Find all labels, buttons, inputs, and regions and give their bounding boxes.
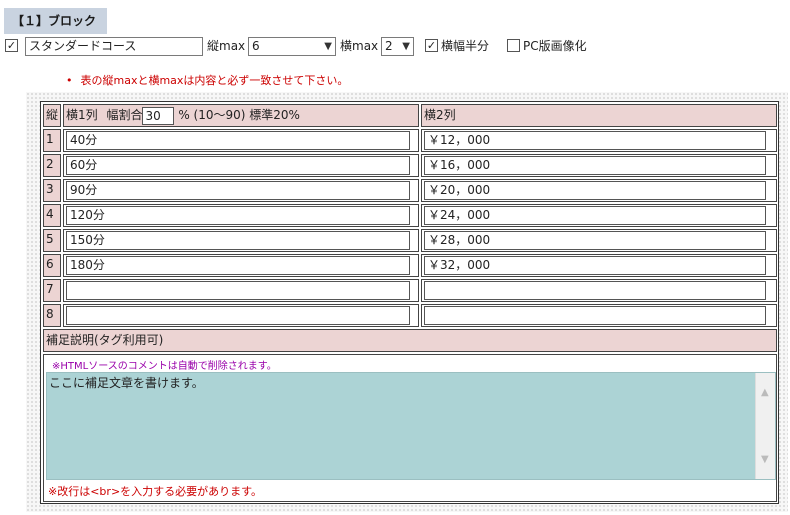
col2-cell: ￥24，000 (421, 204, 777, 227)
pc-image-checkbox[interactable] (507, 39, 520, 52)
col2-input[interactable]: ￥24，000 (424, 206, 766, 225)
course-name-input[interactable]: スタンダードコース (25, 37, 203, 56)
col2-input[interactable] (424, 281, 766, 300)
col1-cell (63, 279, 419, 302)
supplement-textarea[interactable]: ここに補足文章を書けます。 ▲ ▼ (46, 372, 776, 480)
col1-input[interactable]: 40分 (66, 131, 410, 150)
rows-max-value: 6 (252, 39, 260, 53)
chevron-down-icon: ▼ (402, 41, 410, 52)
cols-max-label: 横max (340, 39, 379, 53)
col1-input[interactable] (66, 281, 410, 300)
col1-input[interactable] (66, 306, 410, 325)
row-number: 1 (43, 129, 61, 152)
col1-cell: 90分 (63, 179, 419, 202)
col1-input[interactable]: 60分 (66, 156, 410, 175)
col1-cell: 40分 (63, 129, 419, 152)
block-config-row: ✓ スタンダードコース 縦max 6 ▼ 横max 2 ▼ ✓ 横幅半分 PC版… (4, 37, 784, 57)
col2-input[interactable]: ￥28，000 (424, 231, 766, 250)
half-width-label: 横幅半分 (441, 39, 490, 53)
col1-cell (63, 304, 419, 327)
supplement-text: ここに補足文章を書けます。 (49, 376, 204, 390)
col1-ratio-label: 幅割合 (106, 108, 143, 122)
row-number: 2 (43, 154, 61, 177)
notice-bullet: • (66, 74, 73, 87)
html-comment-note: ※HTMLソースのコメントは自動で削除されます。 (52, 361, 277, 372)
row-number: 5 (43, 229, 61, 252)
col1-ratio-input[interactable]: 30 (142, 106, 175, 125)
row-number: 8 (43, 304, 61, 327)
pc-image-label: PC版画像化 (523, 39, 587, 53)
col2-input[interactable] (424, 306, 766, 325)
cols-max-select[interactable]: 2 ▼ (381, 37, 414, 56)
chevron-down-icon: ▼ (324, 41, 332, 52)
rows-max-select[interactable]: 6 ▼ (248, 37, 336, 56)
half-width-checkbox[interactable]: ✓ (425, 39, 438, 52)
scroll-down-icon[interactable]: ▼ (761, 454, 769, 465)
col1-cell: 120分 (63, 204, 419, 227)
row-number: 4 (43, 204, 61, 227)
row-number: 3 (43, 179, 61, 202)
table-corner: 縦 (43, 104, 61, 127)
col1-header-label: 横1列 (66, 108, 98, 122)
rows-max-label: 縦max (207, 39, 246, 53)
block-title: 【１】ブロック (4, 8, 107, 34)
col2-header: 横2列 (421, 104, 777, 127)
col2-input[interactable]: ￥16，000 (424, 156, 766, 175)
col1-ratio-suffix: % (10〜90) 標準20% (178, 108, 300, 122)
notice-text: 表の縦maxと横maxは内容と必ず一致させて下さい。 (80, 74, 349, 87)
row-number: 6 (43, 254, 61, 277)
cols-max-value: 2 (385, 39, 393, 53)
notice-message: • 表の縦maxと横maxは内容と必ず一致させて下さい。 (66, 72, 348, 88)
col1-input[interactable]: 120分 (66, 206, 410, 225)
col2-cell: ￥32，000 (421, 254, 777, 277)
col1-cell: 180分 (63, 254, 419, 277)
row-number: 7 (43, 279, 61, 302)
col1-cell: 150分 (63, 229, 419, 252)
supplement-header: 補足説明(タグ利用可) (43, 329, 777, 352)
col1-input[interactable]: 150分 (66, 231, 410, 250)
col2-cell: ￥28，000 (421, 229, 777, 252)
col1-input[interactable]: 180分 (66, 256, 410, 275)
col2-cell: ￥12，000 (421, 129, 777, 152)
col2-input[interactable]: ￥20，000 (424, 181, 766, 200)
textarea-scrollbar[interactable]: ▲ ▼ (755, 373, 775, 479)
br-note: ※改行は<br>を入力する必要があります。 (48, 485, 263, 498)
col1-cell: 60分 (63, 154, 419, 177)
enable-block-checkbox[interactable]: ✓ (5, 39, 18, 52)
col2-input[interactable]: ￥32，000 (424, 256, 766, 275)
scroll-up-icon[interactable]: ▲ (761, 387, 769, 398)
col2-cell (421, 304, 777, 327)
col2-cell: ￥20，000 (421, 179, 777, 202)
col2-cell (421, 279, 777, 302)
col1-input[interactable]: 90分 (66, 181, 410, 200)
col2-input[interactable]: ￥12，000 (424, 131, 766, 150)
col2-cell: ￥16，000 (421, 154, 777, 177)
col1-header: 横1列 幅割合 30 % (10〜90) 標準20% (63, 104, 419, 127)
